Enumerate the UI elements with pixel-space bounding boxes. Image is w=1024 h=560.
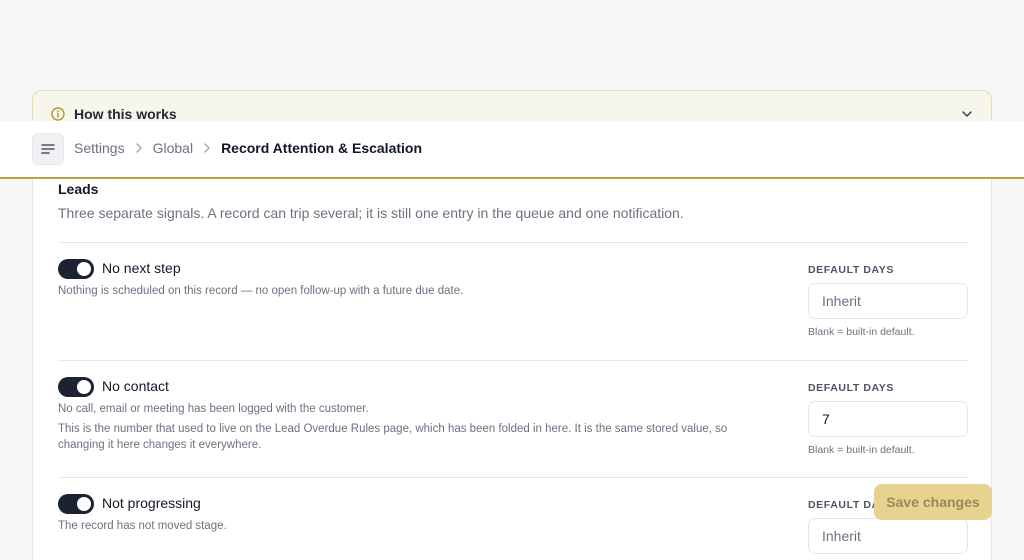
divider — [58, 242, 968, 243]
chevron-down-icon[interactable] — [961, 108, 973, 120]
rule-title: No next step — [102, 260, 181, 276]
rule-title: No contact — [102, 378, 169, 394]
default-days-input[interactable] — [808, 283, 968, 319]
breadcrumb: Settings Global Record Attention & Escal… — [74, 140, 422, 156]
divider — [58, 360, 968, 361]
toggle-no-contact[interactable] — [58, 377, 94, 397]
default-days-input[interactable] — [808, 518, 968, 554]
section-title: Leads — [58, 181, 99, 197]
toggle-knob — [77, 262, 91, 276]
save-changes-button[interactable]: Save changes — [874, 484, 992, 520]
toggle-not-progressing[interactable] — [58, 494, 94, 514]
divider — [58, 477, 968, 478]
banner-header: How this works — [51, 106, 177, 122]
field-hint: Blank = built-in default. — [808, 444, 915, 456]
default-days-label: DEFAULT DAYS — [808, 382, 894, 394]
menu-button[interactable] — [32, 133, 64, 165]
chevron-right-icon — [204, 143, 210, 153]
breadcrumb-settings[interactable]: Settings — [74, 140, 125, 156]
toggle-knob — [77, 380, 91, 394]
field-hint: Blank = built-in default. — [808, 326, 915, 338]
settings-card: Leads Three separate signals. A record c… — [32, 150, 992, 560]
breadcrumb-global[interactable]: Global — [153, 140, 193, 156]
toggle-no-next-step[interactable] — [58, 259, 94, 279]
rule-note: This is the number that used to live on … — [58, 423, 728, 451]
rule-description: No call, email or meeting has been logge… — [58, 403, 369, 415]
breadcrumb-current: Record Attention & Escalation — [221, 140, 423, 156]
page-header: Settings Global Record Attention & Escal… — [0, 121, 1024, 179]
rule-description: Nothing is scheduled on this record — no… — [58, 285, 464, 297]
menu-icon — [41, 144, 55, 154]
chevron-right-icon — [135, 143, 142, 153]
default-days-label: DEFAULT DAYS — [808, 264, 894, 276]
rule-description: The record has not moved stage. — [58, 520, 227, 532]
banner-title: How this works — [74, 106, 177, 122]
rule-title: Not progressing — [102, 495, 201, 511]
default-days-input[interactable] — [808, 401, 968, 437]
toggle-knob — [77, 497, 91, 511]
info-icon — [51, 107, 65, 121]
section-description: Three separate signals. A record can tri… — [58, 205, 684, 221]
